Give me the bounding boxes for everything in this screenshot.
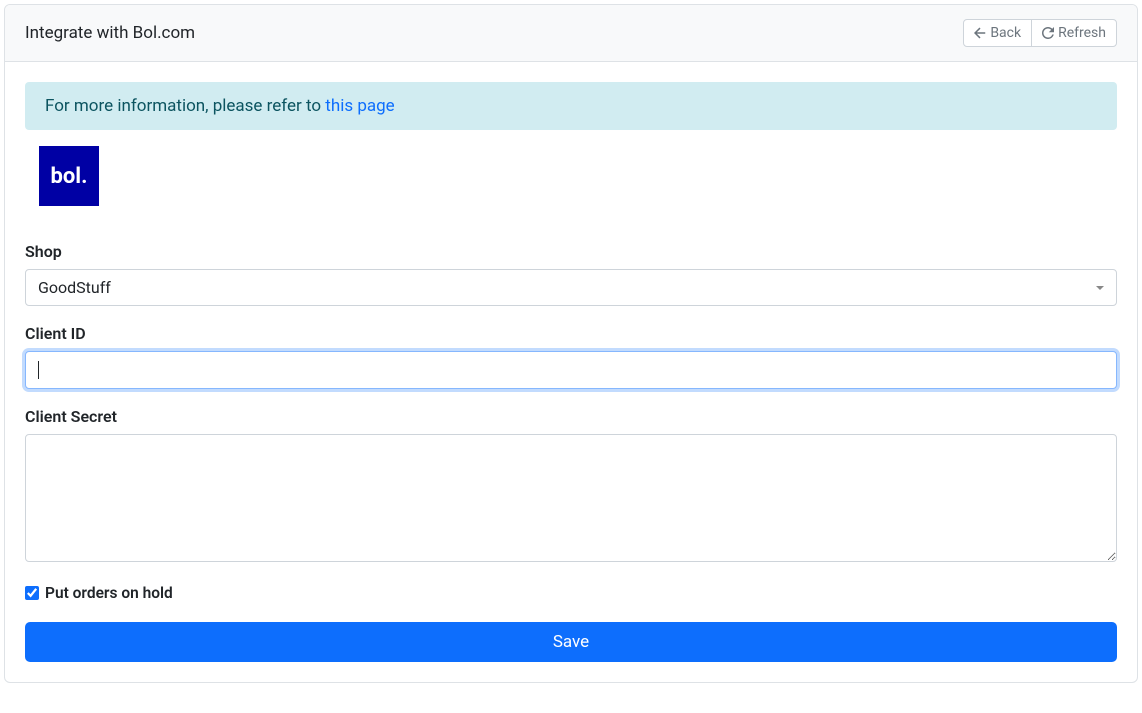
hold-checkbox[interactable]: [25, 586, 39, 600]
shop-selected-value: GoodStuff: [38, 278, 111, 297]
arrow-left-icon: [974, 27, 986, 39]
client-id-group: Client ID: [25, 324, 1117, 389]
info-alert: For more information, please refer to th…: [25, 82, 1117, 130]
shop-group: Shop GoodStuff: [25, 242, 1117, 306]
page-title: Integrate with Bol.com: [25, 23, 195, 43]
client-secret-textarea[interactable]: [25, 434, 1117, 562]
back-button-label: Back: [990, 25, 1021, 41]
client-secret-label: Client Secret: [25, 407, 1117, 426]
bol-logo-text: bol.: [51, 164, 88, 189]
text-cursor: [38, 361, 39, 379]
refresh-button-label: Refresh: [1058, 25, 1106, 41]
save-button[interactable]: Save: [25, 622, 1117, 662]
hold-check: Put orders on hold: [25, 584, 1117, 602]
alert-link[interactable]: this page: [325, 96, 394, 116]
hold-label[interactable]: Put orders on hold: [45, 584, 173, 602]
card-body: For more information, please refer to th…: [5, 62, 1137, 682]
client-id-input[interactable]: [25, 351, 1117, 389]
shop-select[interactable]: GoodStuff: [25, 269, 1117, 306]
header-actions: Back Refresh: [963, 19, 1117, 47]
card-header: Integrate with Bol.com Back Refresh: [5, 5, 1137, 62]
refresh-icon: [1042, 27, 1054, 39]
client-secret-group: Client Secret: [25, 407, 1117, 566]
refresh-button[interactable]: Refresh: [1031, 19, 1117, 47]
client-id-label: Client ID: [25, 324, 1117, 343]
integration-card: Integrate with Bol.com Back Refresh For …: [4, 4, 1138, 683]
back-button[interactable]: Back: [963, 19, 1032, 47]
shop-label: Shop: [25, 242, 1117, 261]
bol-logo: bol.: [39, 146, 99, 206]
alert-prefix: For more information, please refer to: [45, 96, 325, 116]
chevron-down-icon: [1096, 286, 1104, 290]
